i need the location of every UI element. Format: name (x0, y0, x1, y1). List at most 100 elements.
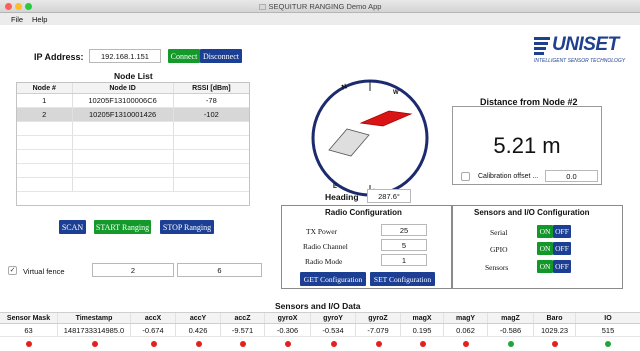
serial-off-button[interactable]: OFF (553, 225, 571, 238)
node-list-title: Node List (114, 71, 153, 81)
accy-header[interactable]: accY (176, 313, 221, 323)
virtual-fence-checkbox[interactable]: ✓ (8, 266, 17, 275)
sensor-data-header: Sensor MaskTimestampaccXaccYaccZgyroXgyr… (0, 312, 640, 324)
io-status-cell (576, 337, 640, 351)
accz-status-cell (221, 337, 265, 351)
serial-on-button[interactable]: ON (537, 225, 553, 238)
start-ranging-button[interactable]: START Ranging (94, 220, 151, 234)
magz-header[interactable]: magZ (488, 313, 534, 323)
compass-east-label: E (333, 184, 337, 190)
calibration-checkbox[interactable] (461, 172, 470, 181)
status-indicator-row (0, 337, 640, 351)
disconnect-button[interactable]: Disconnect (200, 49, 242, 63)
node-number-header[interactable]: Node # (17, 83, 73, 93)
gyroz-header[interactable]: gyroZ (356, 313, 401, 323)
baro-status-indicator (552, 341, 558, 347)
get-configuration-button[interactable]: GET Configuration (300, 272, 366, 286)
magy-header[interactable]: magY (444, 313, 488, 323)
node-number-cell: 1 (17, 94, 73, 107)
sensor-mask-value: 63 (0, 324, 58, 336)
sensor-mask-header[interactable]: Sensor Mask (0, 313, 58, 323)
set-configuration-button[interactable]: SET Configuration (370, 272, 435, 286)
sensor-data-table: Sensor MaskTimestampaccXaccYaccZgyroXgyr… (0, 312, 640, 351)
rssi-cell: -102 (174, 108, 249, 121)
calibration-label: Calibration offset ... (478, 173, 538, 180)
magz-status-indicator (508, 341, 514, 347)
timestamp-header[interactable]: Timestamp (58, 313, 131, 323)
empty-row (17, 150, 249, 164)
gyrox-header[interactable]: gyroX (265, 313, 311, 323)
scan-button[interactable]: SCAN (59, 220, 86, 234)
magx-status-indicator (420, 341, 426, 347)
logo-brand: UNISET (552, 34, 619, 56)
rssi-header[interactable]: RSSI [dBm] (174, 83, 249, 93)
node-number-cell: 2 (17, 108, 73, 121)
logo-tagline: INTELLIGENT SENSOR TECHNOLOGY (534, 58, 625, 64)
node-id-header[interactable]: Node ID (73, 83, 174, 93)
ip-address-input[interactable]: 192.168.1.151 (89, 49, 161, 63)
sensors-on-button[interactable]: ON (537, 260, 553, 273)
virtual-fence-label: Virtual fence (23, 267, 65, 276)
connect-button[interactable]: Connect (168, 49, 200, 63)
baro-header[interactable]: Baro (534, 313, 576, 323)
empty-row (17, 164, 249, 178)
heading-label: Heading (325, 192, 359, 202)
gyroz-value: -7.079 (356, 324, 401, 336)
menu-bar: File Help (0, 13, 640, 25)
virtual-fence-field-1[interactable]: 2 (92, 263, 174, 277)
table-row: 631481733314985.0-0.6740.426-9.571-0.306… (0, 324, 640, 337)
accz-header[interactable]: accZ (221, 313, 265, 323)
tx-power-input[interactable]: 25 (381, 224, 427, 236)
gyroy-value: -0.534 (311, 324, 356, 336)
gyroy-status-cell (311, 337, 356, 351)
sensors-io-config-panel: Sensors and I/O Configuration Serial ON … (452, 205, 623, 289)
virtual-fence-field-2[interactable]: 6 (177, 263, 262, 277)
accy-status-indicator (196, 341, 202, 347)
node-id-cell: 10205F1310001426 (73, 108, 174, 121)
main-panel: IP Address: 192.168.1.151 Connect Discon… (0, 25, 640, 351)
menu-file[interactable]: File (11, 15, 23, 24)
baro-value: 1029.23 (534, 324, 576, 336)
table-row-selected[interactable]: 2 10205F1310001426 -102 (17, 108, 249, 122)
gpio-label: GPIO (490, 245, 508, 254)
magx-header[interactable]: magX (401, 313, 444, 323)
sensors-off-button[interactable]: OFF (553, 260, 571, 273)
baro-status-cell (534, 337, 576, 351)
table-row[interactable]: 1 10205F13100006C6 -78 (17, 94, 249, 108)
radio-channel-label: Radio Channel (303, 242, 348, 251)
node-id-cell: 10205F13100006C6 (73, 94, 174, 107)
gpio-on-button[interactable]: ON (537, 242, 553, 255)
timestamp-value: 1481733314985.0 (58, 324, 131, 336)
accy-value: 0.426 (176, 324, 221, 336)
menu-help[interactable]: Help (32, 15, 47, 24)
io-value: 515 (576, 324, 640, 336)
magx-value: 0.195 (401, 324, 444, 336)
radio-channel-input[interactable]: 5 (381, 239, 427, 251)
gpio-off-button[interactable]: OFF (553, 242, 571, 255)
accx-status-cell (131, 337, 176, 351)
node-list-table: Node # Node ID RSSI [dBm] 1 10205F131000… (16, 82, 250, 206)
sensor-mask-status-indicator (26, 341, 32, 347)
timestamp-status-indicator (92, 341, 98, 347)
gyroy-status-indicator (331, 341, 337, 347)
serial-label: Serial (490, 228, 508, 237)
accx-header[interactable]: accX (131, 313, 176, 323)
sensors-label: Sensors (485, 263, 508, 272)
sensors-io-config-title: Sensors and I/O Configuration (474, 208, 590, 217)
magz-status-cell (488, 337, 534, 351)
io-header[interactable]: IO (576, 313, 640, 323)
stop-ranging-button[interactable]: STOP Ranging (160, 220, 214, 234)
magx-status-cell (401, 337, 444, 351)
rssi-cell: -78 (174, 94, 249, 107)
empty-row (17, 136, 249, 150)
calibration-offset-input[interactable]: 0.0 (545, 170, 598, 182)
compass: N S W E (309, 77, 431, 199)
heading-value: 287.6° (367, 189, 411, 203)
radio-config-title: Radio Configuration (325, 208, 402, 217)
node-list-header: Node # Node ID RSSI [dBm] (17, 83, 249, 94)
radio-mode-input[interactable]: 1 (381, 254, 427, 266)
magy-value: 0.062 (444, 324, 488, 336)
gyroy-header[interactable]: gyroY (311, 313, 356, 323)
compass-west-label: W (393, 90, 399, 96)
gyrox-status-cell (265, 337, 311, 351)
